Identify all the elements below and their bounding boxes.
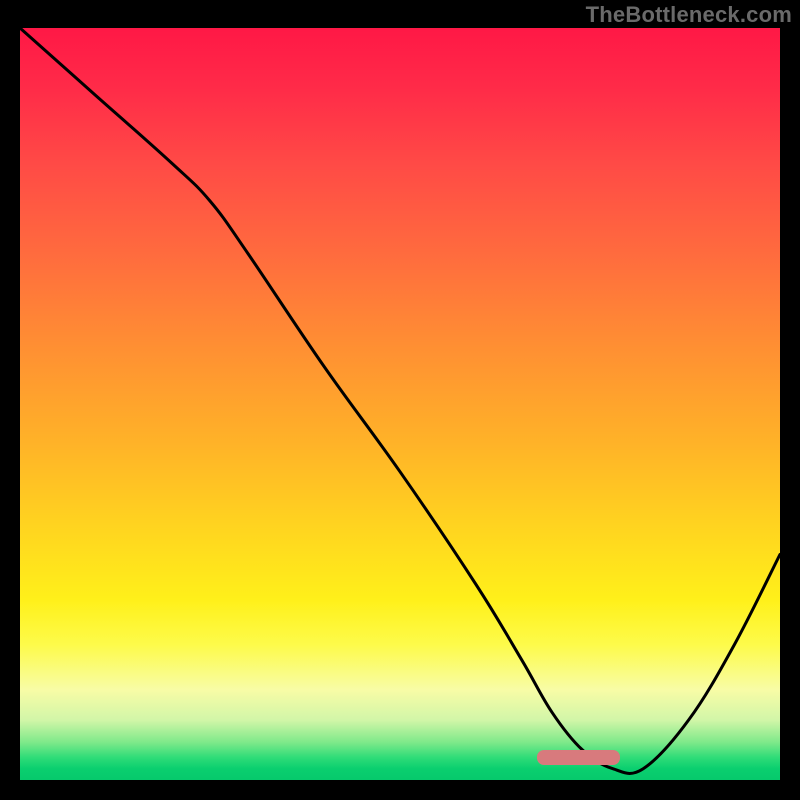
optimal-range-marker xyxy=(537,750,621,765)
plot-area xyxy=(20,28,780,780)
watermark-text: TheBottleneck.com xyxy=(586,2,792,28)
heat-gradient-background xyxy=(20,28,780,780)
chart-frame: TheBottleneck.com xyxy=(0,0,800,800)
